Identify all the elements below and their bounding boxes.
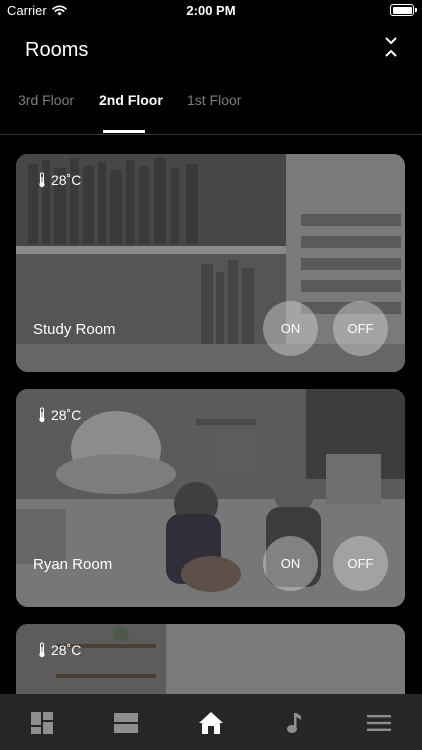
panels-icon[interactable] [113, 710, 139, 736]
thermometer-icon [39, 407, 45, 423]
off-button[interactable]: OFF [333, 301, 388, 356]
dashboard-icon[interactable] [29, 710, 55, 736]
floor-tabs: 3rd Floor 2nd Floor 1st Floor [0, 78, 422, 135]
temperature-value: 28˚C [51, 407, 82, 423]
page-title: Rooms [25, 39, 89, 61]
on-button[interactable]: ON [263, 536, 318, 591]
room-temperature: 28˚C [38, 642, 81, 658]
header: Rooms [0, 22, 422, 78]
menu-icon[interactable] [366, 710, 392, 736]
room-name: Study Room [33, 321, 116, 338]
bottom-tab-bar [0, 694, 422, 750]
home-icon[interactable] [198, 710, 224, 736]
tab-2nd-floor[interactable]: 2nd Floor [99, 92, 163, 108]
off-button[interactable]: OFF [333, 536, 388, 591]
tab-3rd-floor[interactable]: 3rd Floor [18, 92, 74, 108]
room-name: Ryan Room [33, 556, 113, 573]
on-button[interactable]: ON [263, 301, 318, 356]
room-card-study-room[interactable]: 28˚C Study Room ON OFF [16, 154, 405, 372]
collapse-arrows-icon[interactable] [382, 36, 400, 58]
tab-1st-floor[interactable]: 1st Floor [187, 92, 241, 108]
active-tab-indicator [103, 130, 145, 133]
temperature-value: 28˚C [51, 642, 82, 658]
battery-icon [390, 4, 417, 16]
music-icon[interactable] [282, 710, 308, 736]
thermometer-icon [39, 642, 45, 658]
clock: 2:00 PM [186, 3, 236, 18]
status-bar: Carrier 2:00 PM [0, 0, 422, 22]
temperature-value: 28˚C [51, 172, 82, 188]
room-temperature: 28˚C [38, 172, 81, 188]
room-card-ryan-room[interactable]: 28˚C Ryan Room ON OFF [16, 389, 405, 607]
room-temperature: 28˚C [38, 407, 81, 423]
thermometer-icon [39, 172, 45, 188]
